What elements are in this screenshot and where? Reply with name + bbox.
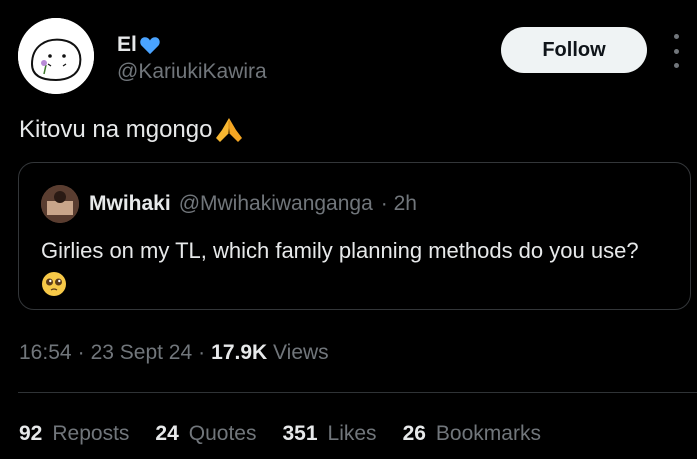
stat-quotes[interactable]: 24 Quotes [155, 422, 256, 446]
author-handle[interactable]: @KariukiKawira [117, 60, 267, 84]
stat-label: Bookmarks [435, 422, 541, 445]
stat-count: 351 [282, 422, 318, 445]
quote-time: · 2h [380, 192, 417, 215]
more-dot [673, 63, 679, 68]
avatar-cartoon-icon [18, 18, 94, 94]
engagement-stats: 92 Reposts 24 Quotes 351 Likes 26 Bookma… [19, 422, 567, 446]
stat-count: 26 [402, 422, 426, 445]
stat-label: Reposts [52, 422, 130, 445]
tweet-text: Kitovu na mgongo [19, 116, 244, 144]
tweet-meta: 16:54 · 23 Sept 24 · 17.9K Views [19, 341, 329, 365]
tweet-text-body: Kitovu na mgongo [19, 116, 213, 143]
quote-header: Mwihaki @Mwihakiwanganga · 2h [89, 192, 417, 216]
pleading-face-icon [42, 272, 66, 297]
quote-avatar[interactable] [41, 185, 79, 223]
stat-count: 92 [19, 422, 43, 445]
quoted-tweet[interactable]: Mwihaki @Mwihakiwanganga · 2h Girlies on… [18, 162, 691, 310]
stat-reposts[interactable]: 92 Reposts [19, 422, 129, 446]
more-dot [673, 34, 679, 39]
divider [18, 392, 697, 393]
author-avatar[interactable] [18, 18, 94, 94]
stat-label: Likes [327, 422, 377, 445]
folded-hands-icon [216, 118, 243, 142]
more-dot [673, 48, 679, 54]
stat-bookmarks[interactable]: 26 Bookmarks [403, 422, 541, 446]
tweet-date[interactable]: 23 Sept 24 [91, 341, 193, 365]
quote-author-handle[interactable]: @Mwihakiwanganga [179, 192, 373, 216]
quote-author-name[interactable]: Mwihaki [89, 192, 171, 216]
more-options-icon[interactable] [666, 34, 686, 68]
quote-text-body: Girlies on my TL, which family planning … [41, 238, 639, 263]
meta-separator: · [198, 341, 206, 364]
meta-separator: · [77, 341, 85, 364]
avatar-photo-icon [41, 185, 79, 223]
views-label: Views [273, 341, 329, 364]
stat-count: 24 [155, 422, 179, 445]
stat-likes[interactable]: 351 Likes [282, 422, 376, 446]
blue-heart-icon [140, 37, 160, 55]
quote-text: Girlies on my TL, which family planning … [41, 235, 681, 299]
follow-button[interactable]: Follow [501, 27, 647, 73]
views-count: 17.9K [211, 341, 268, 364]
views[interactable]: 17.9K Views [211, 341, 329, 365]
stat-label: Quotes [188, 422, 257, 445]
author-name-text: El [117, 33, 137, 56]
tweet-time[interactable]: 16:54 [19, 341, 72, 365]
author-name[interactable]: El [117, 33, 161, 57]
